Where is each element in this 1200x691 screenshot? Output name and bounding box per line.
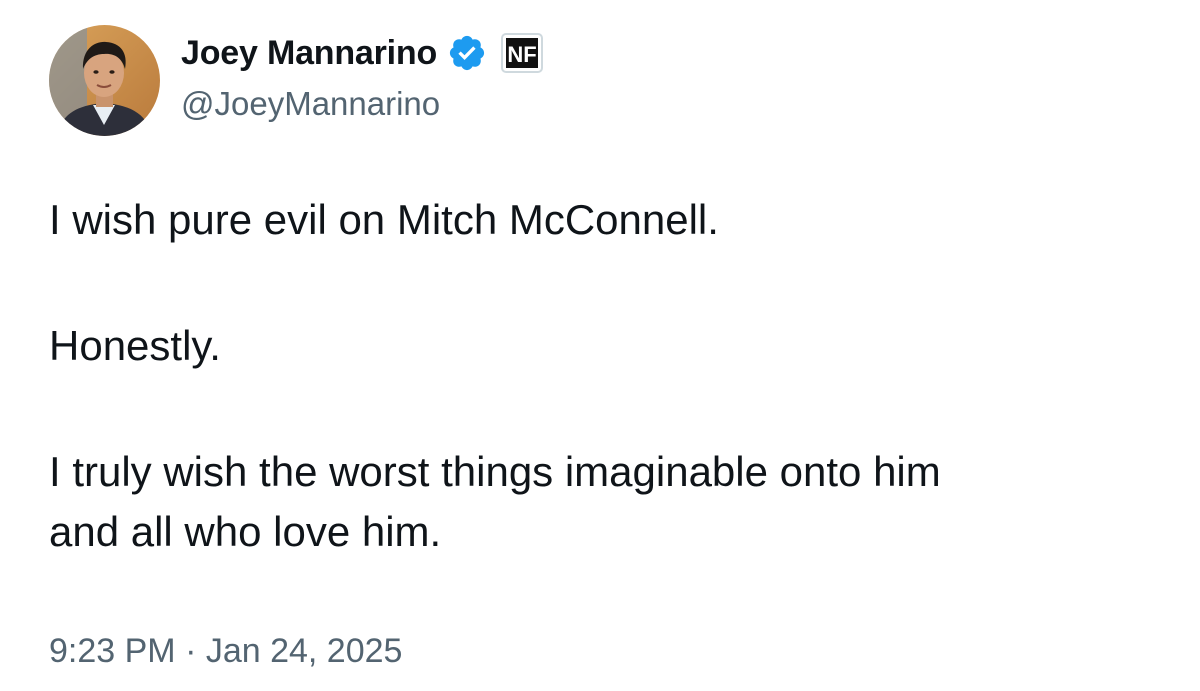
affiliate-badge-text: NF bbox=[507, 42, 536, 67]
author-name-row: Joey Mannarino NF bbox=[181, 28, 544, 78]
author-handle[interactable]: @JoeyMannarino bbox=[181, 85, 440, 123]
tweet-paragraph: Honestly. bbox=[49, 322, 221, 369]
author-display-name[interactable]: Joey Mannarino bbox=[181, 34, 437, 73]
tweet-paragraph: I truly wish the worst things imaginable… bbox=[49, 448, 941, 555]
affiliate-badge-icon[interactable]: NF bbox=[501, 33, 544, 73]
avatar-photo bbox=[49, 25, 160, 136]
verified-badge-icon bbox=[447, 33, 487, 73]
tweet-card: Joey Mannarino NF @JoeyMannarino I wish … bbox=[0, 0, 1200, 691]
tweet-text: I wish pure evil on Mitch McConnell. Hon… bbox=[49, 190, 1159, 562]
tweet-timestamp[interactable]: 9:23 PM · Jan 24, 2025 bbox=[49, 632, 402, 671]
author-avatar[interactable] bbox=[49, 25, 160, 136]
tweet-paragraph: I wish pure evil on Mitch McConnell. bbox=[49, 196, 719, 243]
